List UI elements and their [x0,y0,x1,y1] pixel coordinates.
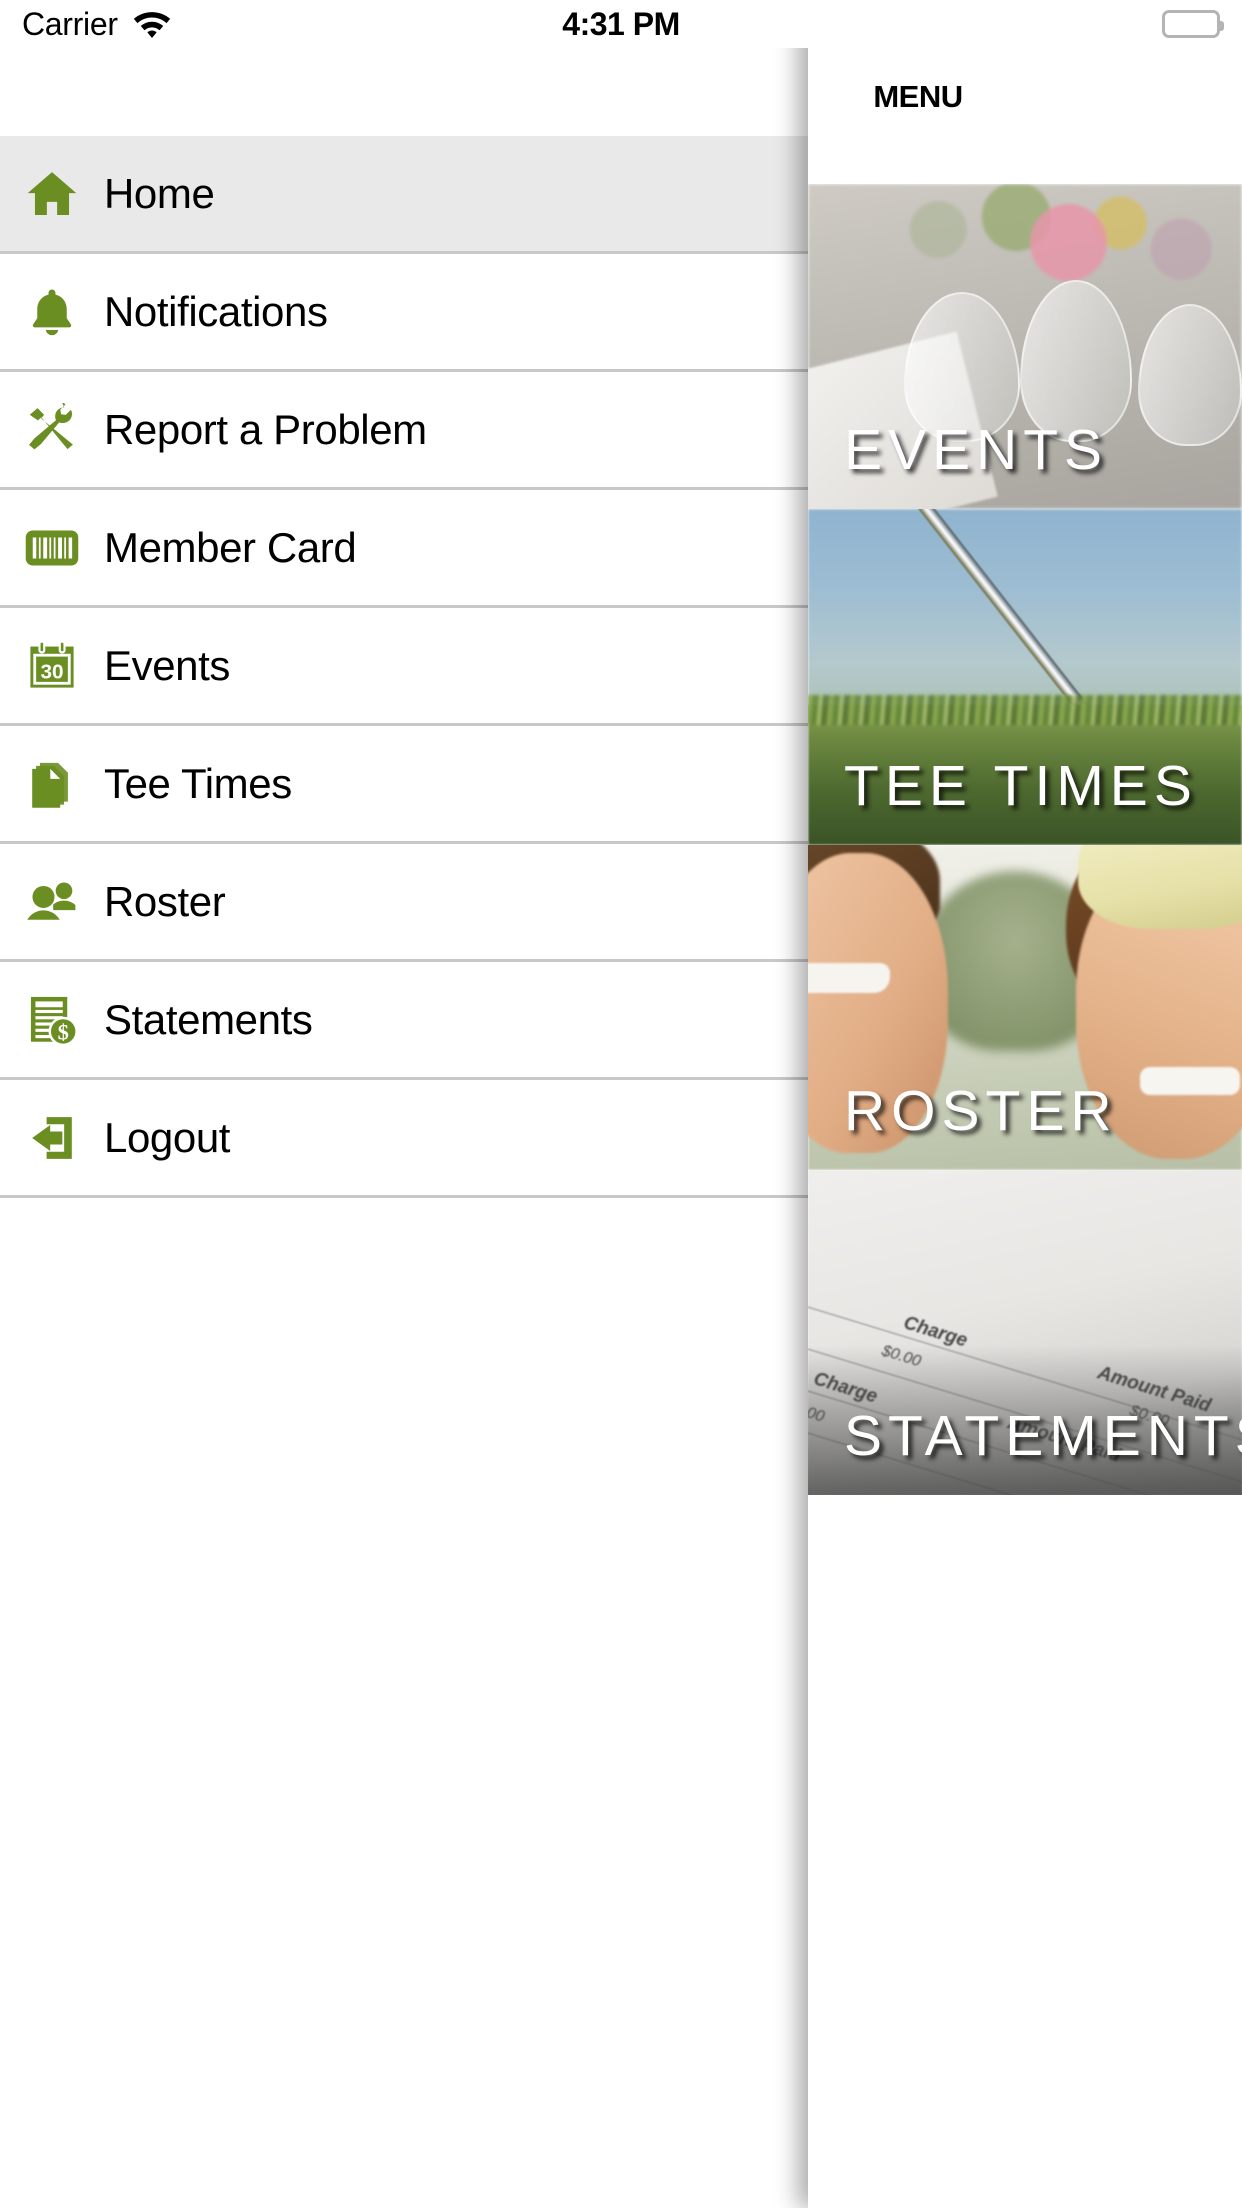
tile-label: ROSTER [844,1079,1118,1143]
sidebar-item-roster[interactable]: Roster [0,844,808,962]
sidebar-item-label: Tee Times [104,759,292,807]
tile-roster[interactable]: ROSTER [808,845,1242,1170]
sidebar-item-notifications[interactable]: Notifications [0,254,808,372]
status-bar-time: 4:31 PM [562,5,680,42]
svg-text:$: $ [58,1019,69,1044]
barcode-icon [0,489,104,607]
sidebar-item-member-card[interactable]: Member Card [0,490,808,608]
tile-statements[interactable]: Charge $0.00 Amount Paid $0.00 Charge 0.… [808,1170,1242,1495]
status-bar: Carrier 4:31 PM [0,0,1242,48]
sidebar-item-label: Roster [104,877,226,925]
invoice-icon: $ [0,961,104,1079]
sidebar-item-home[interactable]: Home [0,136,808,254]
tile-label: TEE TIMES [844,754,1198,818]
home-icon [0,135,104,253]
calendar-icon: 30 [0,607,104,725]
sidebar-item-statements[interactable]: $ Statements [0,962,808,1080]
panel-footer [808,1495,1242,1595]
tile-events[interactable]: EVENTS [808,184,1242,509]
bell-icon [0,253,104,371]
sidebar-item-tee-times[interactable]: Tee Times [0,726,808,844]
sidebar-item-label: Home [104,169,215,217]
drawer-top-spacer [0,48,808,136]
tile-label: EVENTS [844,418,1109,482]
menu-button-label: MENU [873,79,963,114]
sidebar-item-label: Statements [104,995,313,1043]
sidebar-item-label: Events [104,641,230,689]
sidebar-item-label: Member Card [104,523,357,571]
sidebar-item-logout[interactable]: Logout [0,1080,808,1198]
drawer-menu-list: Home Notifications Report a Problem Memb… [0,136,808,1198]
tools-icon [0,371,104,489]
battery-full-icon [1162,10,1224,38]
svg-text:30: 30 [40,660,63,683]
navigation-drawer: Home Notifications Report a Problem Memb… [0,48,808,2208]
tile-tee-times[interactable]: TEE TIMES [808,509,1242,845]
sidebar-item-label: Notifications [104,287,328,335]
sidebar-item-events[interactable]: 30 Events [0,608,808,726]
main-content-panel: MENU EVENTS TEE TIMES ROSTER Charge STAT… [808,0,1242,2208]
golf-club-grass-photo [808,509,1242,723]
tile-label: STATEMENTS [844,1404,1242,1468]
app-header: MENU [808,48,1242,184]
sidebar-item-label: Logout [104,1113,231,1161]
sidebar-item-label: Report a Problem [104,405,427,453]
status-bar-right [1162,0,1224,48]
logout-icon [0,1079,104,1197]
sidebar-item-report-a-problem[interactable]: Report a Problem [0,372,808,490]
menu-button[interactable]: MENU [870,76,966,115]
documents-icon [0,725,104,843]
people-icon [0,843,104,961]
